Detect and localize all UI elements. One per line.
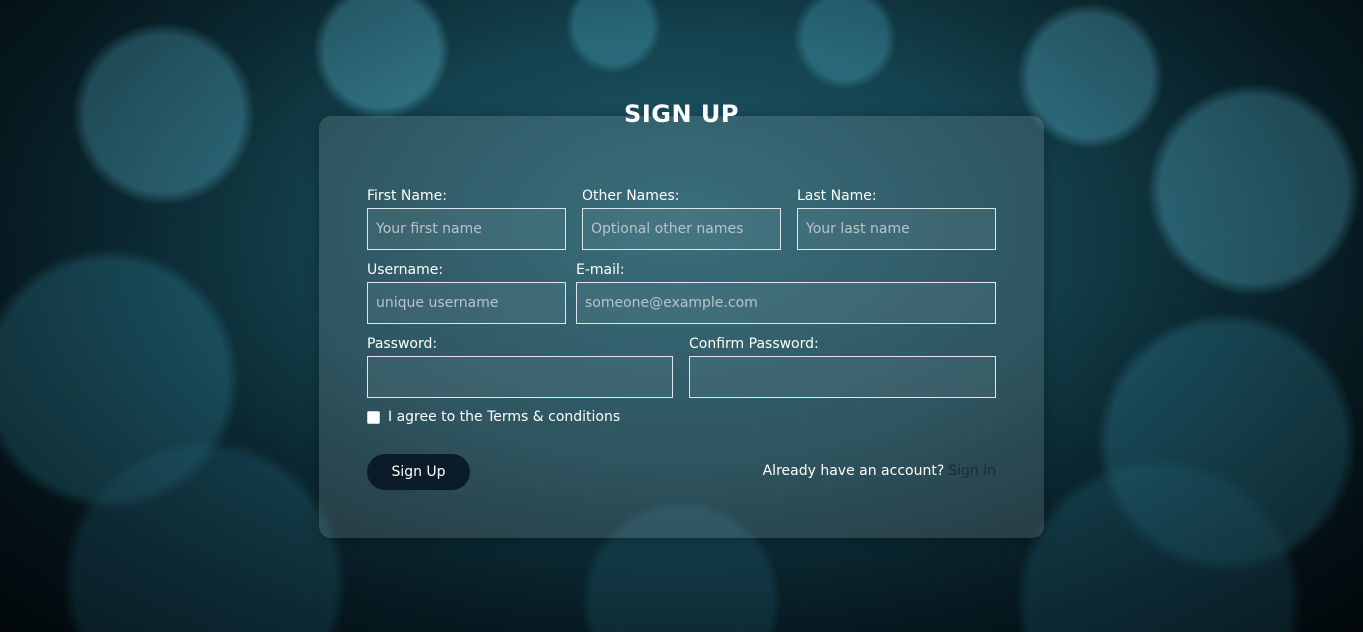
username-label: Username: bbox=[367, 262, 444, 278]
last-name-group: Last Name: bbox=[797, 187, 996, 250]
confirm-password-group: Confirm Password: bbox=[689, 335, 996, 398]
password-group: Password: bbox=[367, 335, 673, 398]
sign-in-link[interactable]: Sign in bbox=[948, 463, 996, 479]
confirm-password-label: Confirm Password: bbox=[689, 336, 819, 352]
first-name-input[interactable] bbox=[367, 208, 566, 250]
email-input[interactable] bbox=[576, 282, 996, 324]
signin-prompt-text: Already have an account? bbox=[762, 463, 945, 479]
username-group: Username: bbox=[367, 261, 566, 324]
other-names-input[interactable] bbox=[582, 208, 781, 250]
first-name-group: First Name: bbox=[367, 187, 566, 250]
terms-row: I agree to the Terms & conditions bbox=[367, 409, 620, 425]
page-title: SIGN UP bbox=[624, 100, 739, 128]
last-name-label: Last Name: bbox=[797, 188, 877, 204]
email-label: E-mail: bbox=[576, 262, 625, 278]
signin-prompt-row: Already have an account? Sign in bbox=[763, 463, 996, 479]
other-names-label: Other Names: bbox=[582, 188, 680, 204]
terms-checkbox[interactable] bbox=[367, 410, 380, 424]
other-names-group: Other Names: bbox=[582, 187, 781, 250]
password-input[interactable] bbox=[367, 356, 673, 398]
terms-label: I agree to the Terms & conditions bbox=[388, 409, 621, 425]
sign-up-button[interactable]: Sign Up bbox=[367, 454, 470, 490]
username-input[interactable] bbox=[367, 282, 566, 324]
email-group: E-mail: bbox=[576, 261, 996, 324]
first-name-label: First Name: bbox=[367, 188, 447, 204]
confirm-password-input[interactable] bbox=[689, 356, 996, 398]
last-name-input[interactable] bbox=[797, 208, 996, 250]
password-label: Password: bbox=[367, 336, 438, 352]
